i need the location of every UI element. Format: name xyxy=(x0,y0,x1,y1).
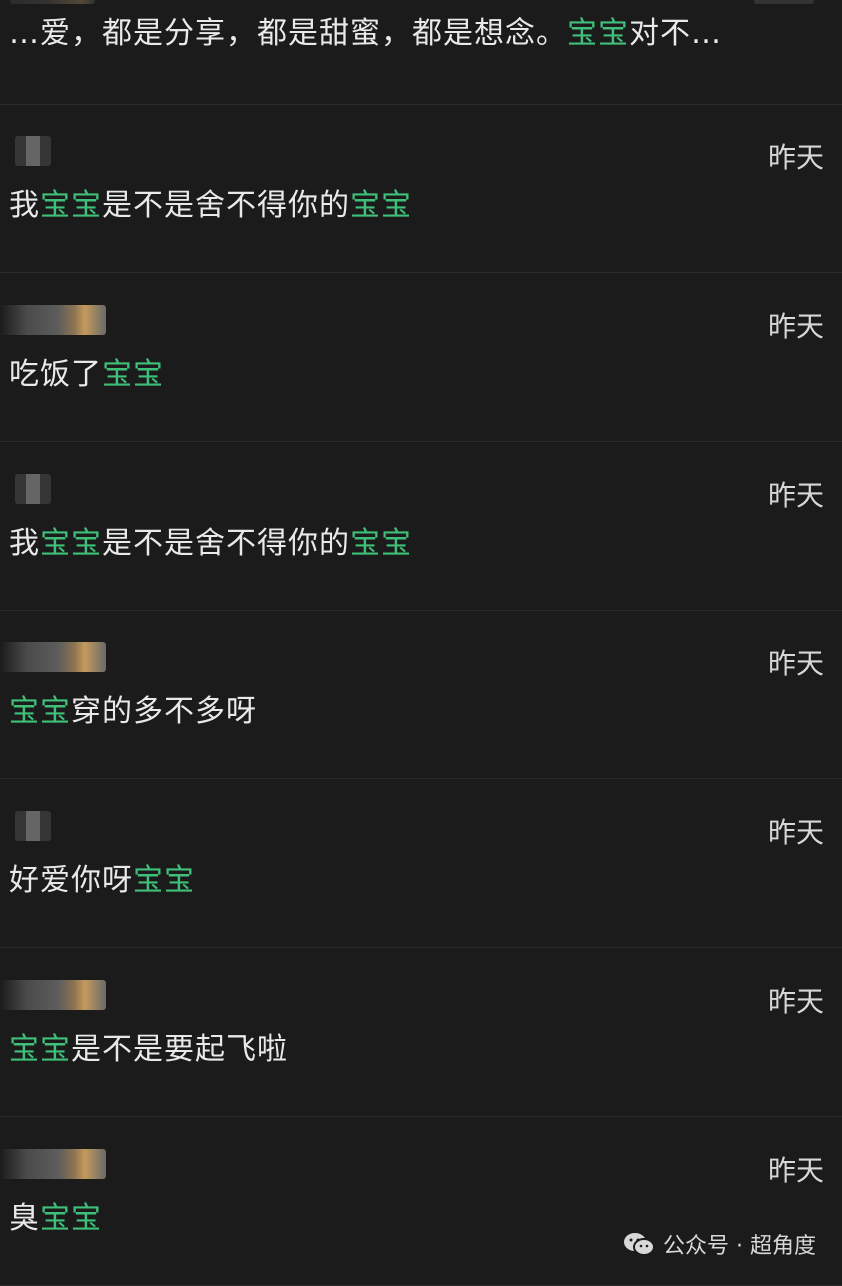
watermark: 公众号 · 超角度 xyxy=(623,1228,816,1260)
avatar xyxy=(15,811,51,842)
text-part: 对不… xyxy=(629,16,722,51)
message-text: …爱，都是分享，都是甜蜜，都是想念。宝宝对不… xyxy=(9,14,722,54)
message-time: 昨天 xyxy=(767,647,824,681)
avatar xyxy=(15,473,51,504)
text-part: 好爱你呀 xyxy=(9,863,133,899)
text-part: 穿的多不多呀 xyxy=(71,694,257,730)
watermark-text: 公众号 · 超角度 xyxy=(663,1234,816,1259)
text-part: 我 xyxy=(9,525,40,561)
message-text: 臭宝宝 xyxy=(9,1199,102,1239)
avatar xyxy=(15,136,51,166)
highlight-text: 宝宝 xyxy=(350,525,412,561)
message-item[interactable]: 昨天 我宝宝是不是舍不得你的宝宝 xyxy=(0,104,842,273)
avatar xyxy=(0,980,106,1010)
text-part: 是不是舍不得你的 xyxy=(102,188,350,223)
message-time xyxy=(754,0,814,4)
highlight-text: 宝宝 xyxy=(133,863,195,899)
highlight-text: 宝宝 xyxy=(9,1032,71,1067)
message-time: 昨天 xyxy=(767,1153,824,1187)
text-part: 是不是舍不得你的 xyxy=(102,525,350,561)
highlight-text: 宝宝 xyxy=(567,16,629,51)
text-part: 我 xyxy=(9,188,40,223)
message-item[interactable]: 昨天好爱你呀宝宝 xyxy=(0,779,842,949)
highlight-text: 宝宝 xyxy=(350,188,412,223)
message-text: 吃饭了宝宝 xyxy=(9,355,164,395)
text-part: 是不是要起飞啦 xyxy=(71,1032,288,1067)
message-time: 昨天 xyxy=(767,141,824,174)
message-time: 昨天 xyxy=(767,985,824,1018)
message-time: 昨天 xyxy=(767,309,824,343)
highlight-text: 宝宝 xyxy=(9,694,71,730)
message-text: 宝宝是不是要起飞啦 xyxy=(9,1030,288,1070)
text-part: …爱，都是分享，都是甜蜜，都是想念。 xyxy=(9,16,567,51)
highlight-text: 宝宝 xyxy=(40,525,102,561)
message-text: 好爱你呀宝宝 xyxy=(9,861,195,901)
message-item[interactable]: 昨天宝宝穿的多不多呀 xyxy=(0,610,842,780)
message-text: 我宝宝是不是舍不得你的宝宝 xyxy=(9,186,412,226)
text-part: 吃饭了 xyxy=(9,356,102,392)
message-text: 宝宝穿的多不多呀 xyxy=(9,692,257,732)
highlight-text: 宝宝 xyxy=(102,356,164,392)
message-time: 昨天 xyxy=(767,478,824,512)
message-item[interactable]: 昨天吃饭了宝宝 xyxy=(0,273,842,442)
wechat-icon xyxy=(624,1233,656,1256)
avatar xyxy=(0,1148,106,1179)
message-time: 昨天 xyxy=(767,816,824,850)
message-item-top[interactable]: …爱，都是分享，都是甜蜜，都是想念。宝宝对不… xyxy=(0,0,842,105)
message-item[interactable]: 昨天 我宝宝是不是舍不得你的宝宝 xyxy=(0,442,842,611)
message-item[interactable]: 昨天宝宝是不是要起飞啦 xyxy=(0,948,842,1117)
highlight-text: 宝宝 xyxy=(40,1200,102,1236)
avatar xyxy=(10,0,95,4)
message-item[interactable]: 昨天臭宝宝 xyxy=(0,1117,842,1286)
highlight-text: 宝宝 xyxy=(40,188,102,223)
avatar xyxy=(0,304,106,335)
avatar xyxy=(0,642,106,673)
text-part: 臭 xyxy=(9,1200,40,1236)
message-text: 我宝宝是不是舍不得你的宝宝 xyxy=(9,524,412,564)
message-list: …爱，都是分享，都是甜蜜，都是想念。宝宝对不… 昨天 我宝宝是不是舍不得你的宝宝昨… xyxy=(0,0,842,1286)
